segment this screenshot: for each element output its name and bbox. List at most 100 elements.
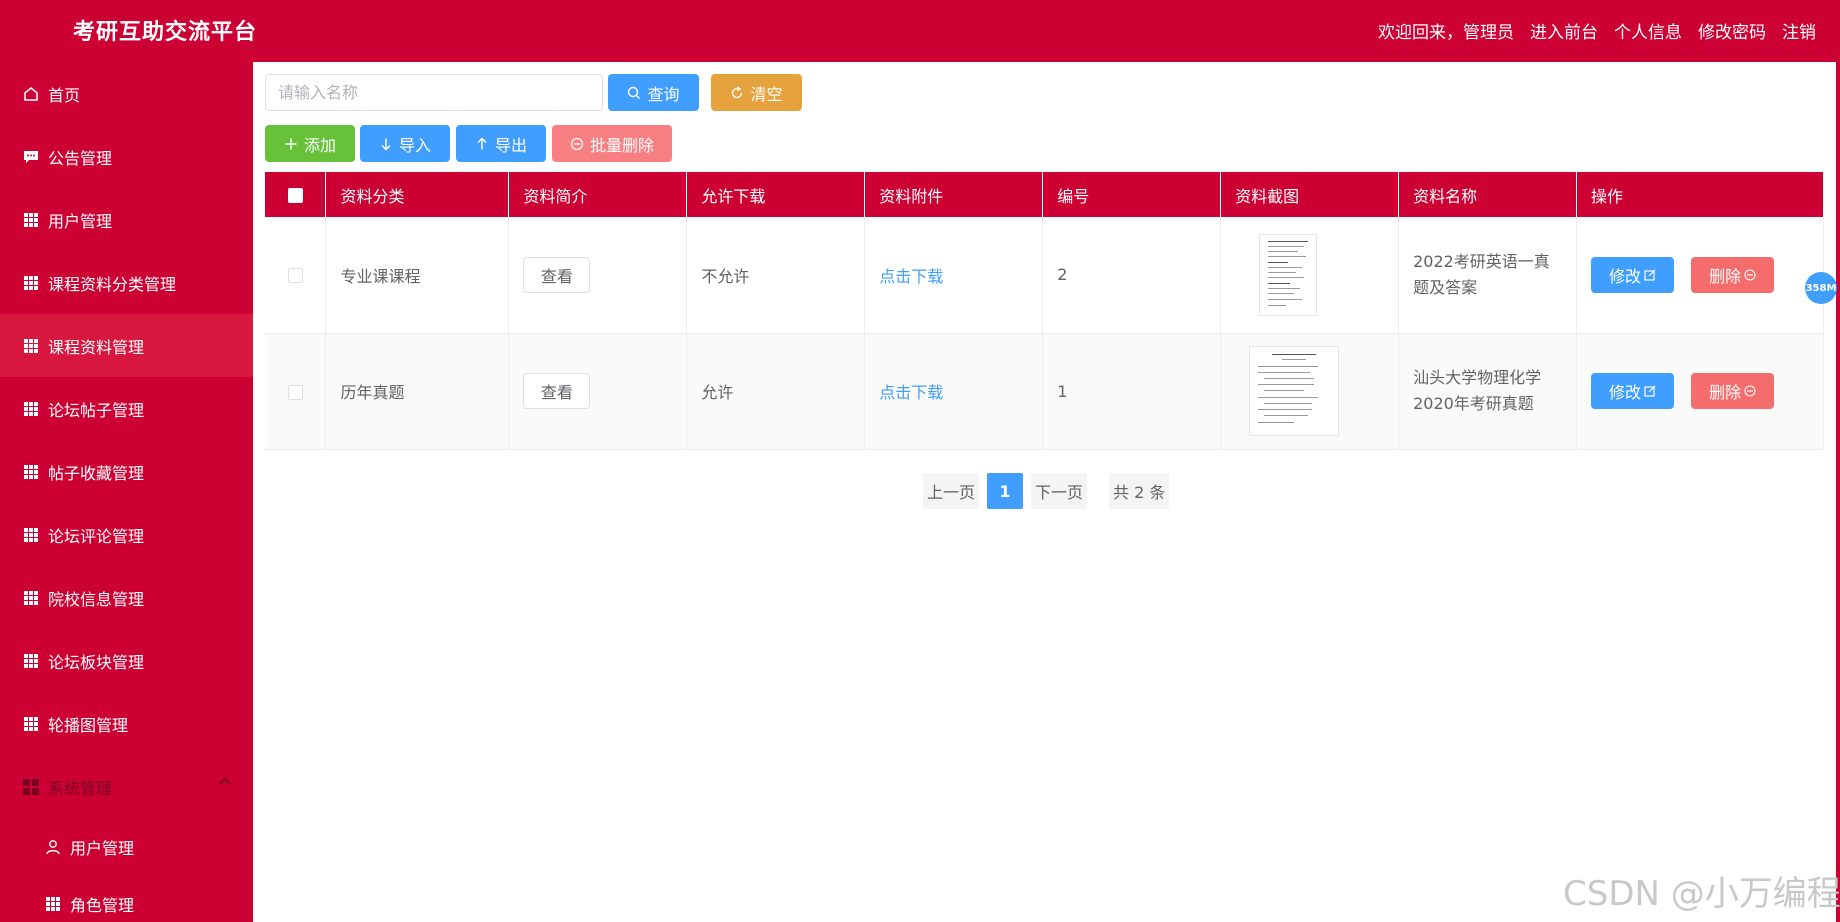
prev-page-button[interactable]: 上一页 <box>923 473 979 509</box>
delete-button[interactable]: 删除 <box>1691 373 1775 409</box>
view-intro-button[interactable]: 查看 <box>523 256 591 293</box>
sidebar-item-material-category[interactable]: 课程资料分类管理 <box>0 251 253 314</box>
sidebar-subitem-roles[interactable]: 角色管理 <box>0 875 253 922</box>
screenshot-thumbnail[interactable] <box>1249 346 1340 436</box>
sidebar-item-home[interactable]: 首页 <box>0 62 253 125</box>
link-profile[interactable]: 个人信息 <box>1614 18 1682 43</box>
pagination: 上一页 1 下一页 共 2 条 <box>923 473 1170 509</box>
message-icon <box>22 148 40 166</box>
sidebar-item-label: 论坛评论管理 <box>48 526 145 546</box>
sidebar-item-forum-boards[interactable]: 论坛板块管理 <box>0 629 253 692</box>
column-header: 资料截图 <box>1220 172 1400 217</box>
grid-icon <box>22 400 40 418</box>
header-nav: 欢迎回来，管理员 进入前台 个人信息 修改密码 注销 <box>1378 18 1816 43</box>
search-input[interactable] <box>265 74 603 111</box>
add-label: 添加 <box>303 135 336 155</box>
search-icon <box>627 86 641 100</box>
edit-icon <box>1644 269 1656 281</box>
column-header: 资料简介 <box>508 172 688 217</box>
edit-button[interactable]: 修改 <box>1591 256 1675 293</box>
select-all-cell <box>265 172 327 217</box>
sidebar-group-label: 系统管理 <box>48 778 113 798</box>
total-count: 共 2 条 <box>1109 473 1170 509</box>
minus-circle-icon <box>1744 269 1756 281</box>
column-header: 资料名称 <box>1398 172 1578 217</box>
link-change-password[interactable]: 修改密码 <box>1698 18 1766 43</box>
row-checkbox[interactable] <box>287 384 303 400</box>
table-row: 专业课课程 查看 不允许 点击下载 2 2022考研英语一真题及答案 修改 删除 <box>265 217 1824 334</box>
home-icon <box>22 85 40 103</box>
screenshot-thumbnail[interactable] <box>1259 233 1318 316</box>
sidebar-item-label: 论坛帖子管理 <box>48 400 145 420</box>
number-cell: 2 <box>1042 217 1222 334</box>
refresh-icon <box>730 85 744 100</box>
sidebar-item-label: 轮播图管理 <box>48 715 129 735</box>
sidebar-item-forum-comments[interactable]: 论坛评论管理 <box>0 503 253 566</box>
category-cell: 历年真题 <box>325 333 510 450</box>
clear-button[interactable]: 清空 <box>711 74 802 111</box>
table-header-row: 资料分类 资料简介 允许下载 资料附件 编号 资料截图 资料名称 操作 <box>265 172 1824 217</box>
grid-icon <box>44 895 62 913</box>
view-intro-button[interactable]: 查看 <box>523 373 591 409</box>
minus-circle-icon <box>1744 385 1756 397</box>
sidebar-item-label: 课程资料分类管理 <box>48 274 177 294</box>
add-button[interactable]: 添加 <box>265 125 355 162</box>
arrow-down-icon <box>379 137 393 151</box>
query-button[interactable]: 查询 <box>608 74 699 111</box>
link-logout[interactable]: 注销 <box>1782 18 1816 43</box>
download-cell: 不允许 <box>686 217 866 334</box>
attachment-download-link[interactable]: 点击下载 <box>879 383 943 402</box>
batch-delete-button[interactable]: 批量删除 <box>552 125 672 162</box>
sidebar-item-forum-posts[interactable]: 论坛帖子管理 <box>0 377 253 440</box>
import-label: 导入 <box>398 135 431 155</box>
app-title: 考研互助交流平台 <box>73 20 258 45</box>
download-cell: 允许 <box>686 333 866 450</box>
attachment-download-link[interactable]: 点击下载 <box>879 267 943 286</box>
sidebar: 首页 公告管理 用户管理 课程资料分类管理 课程资料管理 论坛帖子管理 帖子收藏… <box>0 62 253 922</box>
sidebar-item-carousel[interactable]: 轮播图管理 <box>0 692 253 755</box>
link-frontend[interactable]: 进入前台 <box>1530 18 1598 43</box>
query-label: 查询 <box>647 84 680 104</box>
sidebar-subitem-label: 用户管理 <box>70 838 135 858</box>
edit-button[interactable]: 修改 <box>1591 373 1675 409</box>
grid-icon <box>22 715 40 733</box>
name-cell: 2022考研英语一真题及答案 <box>1398 217 1578 334</box>
sidebar-item-label: 帖子收藏管理 <box>48 463 145 483</box>
number-cell: 1 <box>1042 333 1222 450</box>
column-header: 操作 <box>1576 172 1824 217</box>
row-checkbox[interactable] <box>287 268 303 284</box>
clear-label: 清空 <box>750 84 783 104</box>
table-row: 历年真题 查看 允许 点击下载 1 汕头大学物理化学2020年考研真题 修改 删… <box>265 333 1824 450</box>
grid-icon <box>22 526 40 544</box>
page-number-button[interactable]: 1 <box>987 473 1023 509</box>
sidebar-subitem-users[interactable]: 用户管理 <box>0 818 253 875</box>
grid-icon <box>22 463 40 481</box>
sidebar-subitem-label: 角色管理 <box>70 895 135 915</box>
sidebar-item-label: 公告管理 <box>48 148 113 168</box>
export-button[interactable]: 导出 <box>456 125 546 162</box>
sidebar-item-users[interactable]: 用户管理 <box>0 188 253 251</box>
import-button[interactable]: 导入 <box>360 125 450 162</box>
sidebar-item-label: 首页 <box>48 85 81 105</box>
plus-icon <box>284 137 298 151</box>
grid-icon <box>22 589 40 607</box>
minus-circle-icon <box>570 137 584 151</box>
grid-icon <box>22 652 40 670</box>
sidebar-item-notice[interactable]: 公告管理 <box>0 125 253 188</box>
right-edge-bar <box>1836 0 1840 922</box>
floating-memory-badge[interactable]: 358M <box>1805 272 1837 304</box>
delete-button[interactable]: 删除 <box>1691 256 1775 293</box>
watermark: CSDN @小万编程 <box>1563 874 1840 914</box>
category-cell: 专业课课程 <box>325 217 510 334</box>
next-page-button[interactable]: 下一页 <box>1031 473 1087 509</box>
materials-table: 资料分类 资料简介 允许下载 资料附件 编号 资料截图 资料名称 操作 专业课课… <box>265 172 1824 450</box>
select-all-checkbox[interactable] <box>287 188 303 203</box>
sidebar-item-material[interactable]: 课程资料管理 <box>0 314 253 377</box>
sidebar-item-post-favorites[interactable]: 帖子收藏管理 <box>0 440 253 503</box>
grid-icon <box>22 274 40 292</box>
top-header: 考研互助交流平台 欢迎回来，管理员 进入前台 个人信息 修改密码 注销 <box>0 0 1836 62</box>
delete-label: 删除 <box>1709 383 1742 402</box>
sidebar-group-system[interactable]: 系统管理 <box>0 755 253 818</box>
sidebar-item-schools[interactable]: 院校信息管理 <box>0 566 253 629</box>
sidebar-item-label: 院校信息管理 <box>48 589 145 609</box>
